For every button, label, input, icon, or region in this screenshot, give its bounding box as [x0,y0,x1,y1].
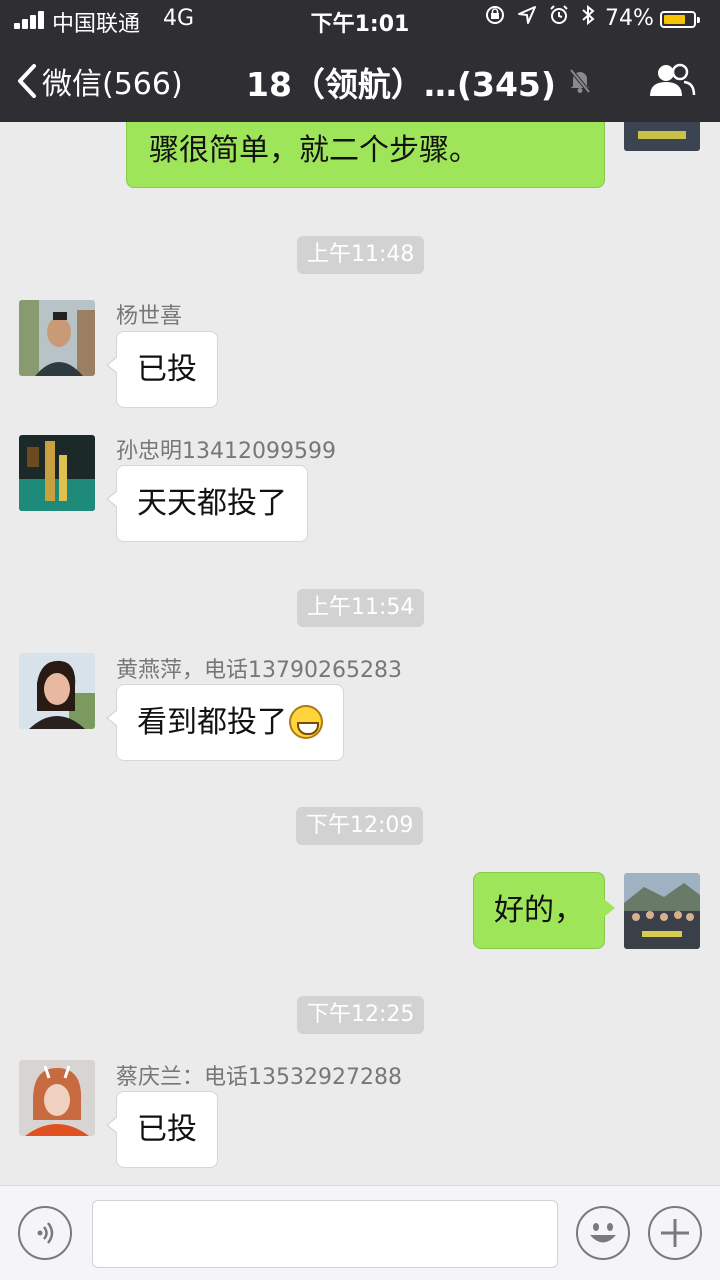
avatar[interactable] [19,435,95,511]
incoming-message[interactable]: 天天都投了 [106,465,308,542]
back-label: 微信(566) [42,67,183,102]
battery-icon [660,11,700,28]
outgoing-message[interactable]: 好的， [473,872,615,949]
more-button[interactable] [648,1206,702,1260]
input-bar [0,1185,720,1280]
avatar[interactable] [19,1060,95,1136]
grin-emoji-icon [289,704,323,739]
location-icon [518,6,536,24]
sender-name: 黄燕萍，电话13790265283 [116,658,402,683]
back-chevron-icon [18,64,36,98]
alarm-icon [550,5,568,24]
message-text: 天天都投了 [137,486,287,521]
status-bar: 中国联通 4G 下午1:01 74% [0,0,720,40]
battery-level [664,15,685,24]
incoming-message[interactable]: 已投 [106,1091,218,1168]
message-text: 好的， [494,893,584,928]
timestamp: 上午11:48 [297,236,425,274]
plus-icon [661,1219,689,1247]
avatar[interactable] [19,653,95,729]
sender-name: 孙忠明13412099599 [116,439,336,464]
sender-name: 杨世喜 [116,304,183,329]
navigation-bar: 微信(566) 18（领航）…(345) [0,40,720,122]
incoming-message[interactable]: 已投 [106,331,218,408]
timestamp: 上午11:54 [297,589,425,627]
my-avatar[interactable] [624,873,700,949]
battery-percent: 74% [605,6,654,31]
group-members-icon [650,63,696,96]
emoji-button[interactable] [576,1206,630,1260]
bluetooth-icon [582,4,595,26]
message-text: 已投 [137,1112,197,1147]
message-text: 已投 [137,352,197,387]
timestamp: 下午12:09 [296,807,424,845]
chat-title: 18（领航）…(345) [246,65,556,104]
mute-icon [569,68,591,94]
avatar[interactable] [19,300,95,376]
emoji-icon [590,1223,616,1243]
timestamp: 下午12:25 [297,996,425,1034]
voice-icon [37,1222,54,1244]
voice-button[interactable] [18,1206,72,1260]
group-info-button[interactable] [648,62,696,102]
back-button[interactable]: 微信(566) [16,58,183,104]
rotation-lock-icon [486,6,504,24]
sender-name: 蔡庆兰：电话13532927288 [116,1065,402,1090]
incoming-message[interactable]: 看到都投了 [106,684,344,761]
top-bar: 中国联通 4G 下午1:01 74% 微信(566) 18（领航）…(345) [0,0,720,122]
chat-area[interactable]: 骤很简单，就二个步骤。 上午11:48 杨世喜 已投 孙忠明1341209959… [0,0,720,1185]
message-text: 骤很简单，就二个步骤。 [149,133,479,168]
message-input[interactable] [92,1200,558,1268]
message-text: 看到都投了 [137,705,287,740]
